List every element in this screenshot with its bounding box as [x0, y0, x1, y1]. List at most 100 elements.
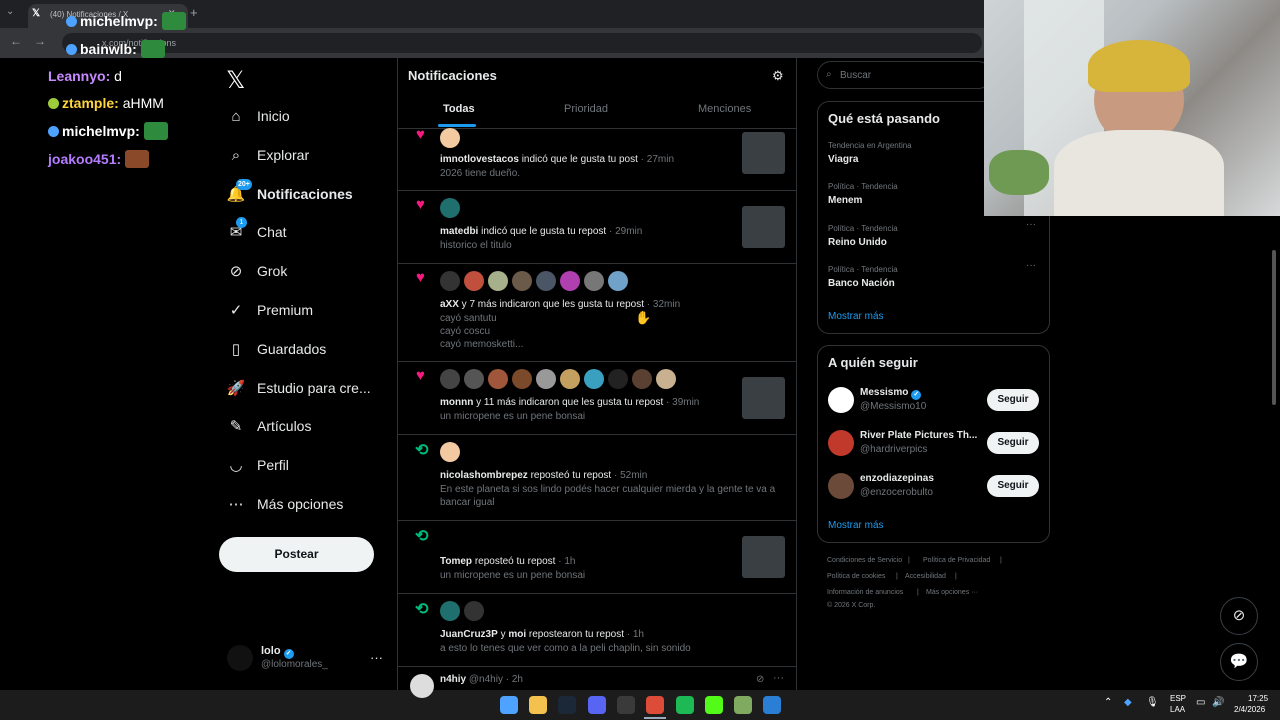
- avatar[interactable]: [488, 369, 508, 389]
- scrollbar[interactable]: [1272, 250, 1276, 405]
- avatar[interactable]: [608, 271, 628, 291]
- sidebar-item-perfil[interactable]: ◡ Perfil: [226, 450, 288, 480]
- trends-show-more-link[interactable]: Mostrar más: [828, 311, 884, 322]
- notification-user[interactable]: monnn: [440, 397, 473, 408]
- tray-lang2[interactable]: LAA: [1170, 705, 1185, 714]
- notification-user[interactable]: aXX: [440, 299, 459, 310]
- forward-icon[interactable]: →: [34, 34, 46, 48]
- avatar[interactable]: [464, 601, 484, 621]
- tab-prioridad[interactable]: Prioridad: [564, 103, 608, 115]
- notification-preview[interactable]: cayó santutu cayó coscu cayó memosketti.…: [440, 312, 785, 351]
- trend-more-icon[interactable]: ···: [1026, 260, 1036, 271]
- avatar[interactable]: [488, 271, 508, 291]
- avatar[interactable]: [828, 430, 854, 456]
- follow-button[interactable]: Seguir: [987, 389, 1039, 411]
- streamlabs-icon[interactable]: [734, 696, 752, 714]
- tray-security-icon[interactable]: ◆: [1124, 697, 1132, 708]
- footer-link[interactable]: Más opciones ···: [926, 589, 978, 596]
- avatar[interactable]: [584, 271, 604, 291]
- tray-volume-icon[interactable]: 🔊: [1212, 697, 1224, 708]
- sidebar-item-más-opciones[interactable]: ⋯ Más opciones: [226, 489, 344, 519]
- avatar[interactable]: [440, 442, 460, 462]
- chat-username[interactable]: joakoo451: [48, 151, 116, 167]
- back-icon[interactable]: ←: [10, 34, 22, 48]
- avatar[interactable]: [828, 473, 854, 499]
- notification-user[interactable]: nicolashombrepez: [440, 470, 528, 481]
- notification-preview[interactable]: un micropene es un pene bonsai: [440, 569, 785, 582]
- avatar[interactable]: [227, 645, 253, 671]
- new-tab-icon[interactable]: +: [190, 5, 198, 20]
- footer-link[interactable]: Política de cookies: [827, 573, 885, 580]
- footer-link[interactable]: © 2026 X Corp.: [827, 602, 875, 609]
- post-thumbnail[interactable]: [742, 536, 785, 578]
- avatar[interactable]: [464, 369, 484, 389]
- follow-name-text[interactable]: Messismo: [860, 387, 908, 398]
- avatar[interactable]: [440, 271, 460, 291]
- tray-time[interactable]: 17:25: [1248, 694, 1268, 703]
- kick-icon[interactable]: [705, 696, 723, 714]
- trend-name[interactable]: Reino Unido: [828, 237, 887, 248]
- search-input[interactable]: Buscar: [817, 61, 992, 89]
- follow-show-more-link[interactable]: Mostrar más: [828, 520, 884, 531]
- avatar[interactable]: [410, 674, 434, 698]
- avatar[interactable]: [560, 369, 580, 389]
- avatar[interactable]: [828, 387, 854, 413]
- discord-icon[interactable]: [588, 696, 606, 714]
- avatar[interactable]: [440, 198, 460, 218]
- avatar[interactable]: [536, 369, 556, 389]
- avatar[interactable]: [512, 369, 532, 389]
- notification-preview[interactable]: a esto lo tenes que ver como a la peli c…: [440, 642, 785, 655]
- sidebar-item-notificaciones[interactable]: 🔔 20+ Notificaciones: [226, 179, 353, 209]
- notification-user[interactable]: moi: [508, 629, 526, 640]
- notification-user[interactable]: matedbi: [440, 226, 478, 237]
- avatar[interactable]: [536, 271, 556, 291]
- steam-icon[interactable]: [558, 696, 576, 714]
- post-thumbnail[interactable]: [742, 132, 785, 174]
- trend-name[interactable]: Banco Nación: [828, 278, 895, 289]
- post-more-icon[interactable]: ···: [773, 672, 784, 684]
- grok-fab-icon[interactable]: ⊘: [1220, 597, 1258, 635]
- obs-icon[interactable]: [617, 696, 635, 714]
- tray-date[interactable]: 2/4/2026: [1234, 705, 1265, 714]
- sidebar-item-chat[interactable]: ✉ 1 Chat: [226, 217, 287, 247]
- notification-user[interactable]: JuanCruz3P: [440, 629, 498, 640]
- settings-gear-icon[interactable]: ⚙: [772, 68, 784, 84]
- post-thumbnail[interactable]: [742, 206, 785, 248]
- follow-button[interactable]: Seguir: [987, 432, 1039, 454]
- chat-username[interactable]: ztample: [62, 95, 114, 111]
- chat-username[interactable]: bainwlb: [80, 41, 132, 57]
- sidebar-item-premium[interactable]: ✓ Premium: [226, 295, 313, 325]
- chat-username[interactable]: michelmvp: [62, 123, 135, 139]
- avatar[interactable]: [632, 369, 652, 389]
- windows-start-icon[interactable]: [500, 696, 518, 714]
- notification-preview[interactable]: un micropene es un pene bonsai: [440, 410, 785, 423]
- chrome-icon[interactable]: [646, 696, 664, 714]
- account-name[interactable]: lolo ✓: [261, 645, 294, 659]
- grok-icon[interactable]: ⊘: [756, 674, 764, 685]
- message-fab-icon[interactable]: 💬: [1220, 643, 1258, 681]
- notification-preview[interactable]: En este planeta si sos lindo podés hacer…: [440, 483, 785, 509]
- trend-name[interactable]: Menem: [828, 195, 862, 206]
- footer-link[interactable]: Información de anuncios: [827, 589, 903, 596]
- avatar[interactable]: [440, 601, 460, 621]
- tray-chevron-icon[interactable]: ⌃: [1104, 697, 1112, 708]
- file-explorer-icon[interactable]: [529, 696, 547, 714]
- tray-lang1[interactable]: ESP: [1170, 694, 1186, 703]
- follow-name-text[interactable]: enzodiazepinas: [860, 473, 934, 484]
- avatar[interactable]: [608, 369, 628, 389]
- tab-search-icon[interactable]: ⌄: [6, 6, 14, 17]
- notification-preview[interactable]: 2026 tiene dueño.: [440, 167, 785, 180]
- avatar[interactable]: [464, 271, 484, 291]
- trend-name[interactable]: Viagra: [828, 154, 858, 165]
- avatar[interactable]: [656, 369, 676, 389]
- sidebar-item-inicio[interactable]: ⌂ Inicio: [226, 101, 289, 131]
- browser-icon[interactable]: [763, 696, 781, 714]
- sidebar-item-artículos[interactable]: ✎ Artículos: [226, 411, 312, 441]
- avatar[interactable]: [440, 369, 460, 389]
- avatar[interactable]: [584, 369, 604, 389]
- notification-preview[interactable]: historico el titulo: [440, 239, 785, 252]
- post-button[interactable]: Postear: [219, 537, 374, 572]
- follow-name[interactable]: enzodiazepinas: [860, 473, 980, 484]
- trend-more-icon[interactable]: ···: [1026, 219, 1036, 230]
- avatar[interactable]: [440, 128, 460, 148]
